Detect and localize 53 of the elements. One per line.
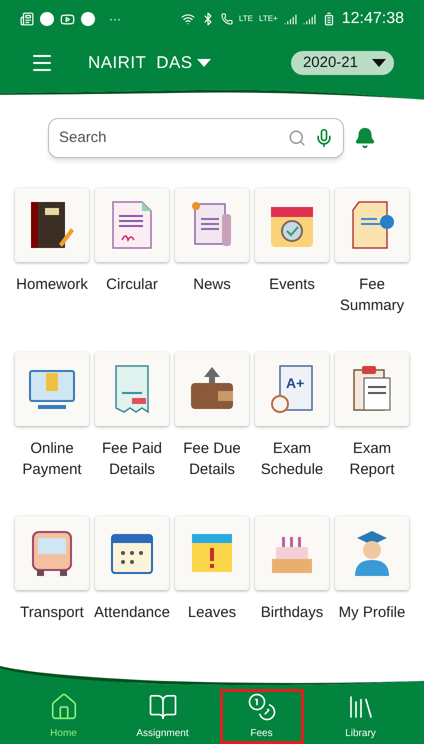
tile-label: Attendance bbox=[93, 602, 171, 623]
menu-tile[interactable] bbox=[15, 516, 89, 590]
menu-tile[interactable] bbox=[335, 352, 409, 426]
tile-label: News bbox=[192, 274, 232, 295]
network-label: LTE bbox=[238, 13, 253, 25]
tile-label: Fee Due Details bbox=[182, 438, 242, 480]
nav-tab[interactable]: Home bbox=[22, 689, 106, 744]
menu-tile[interactable] bbox=[95, 516, 169, 590]
bell-icon[interactable] bbox=[354, 126, 376, 149]
phone-icon bbox=[220, 13, 233, 25]
nav-tab[interactable]: Assignment bbox=[120, 689, 204, 744]
menu-tile[interactable] bbox=[255, 188, 329, 262]
menu-tile[interactable] bbox=[175, 188, 249, 262]
caret-icon bbox=[196, 59, 210, 67]
menu-tile[interactable] bbox=[15, 188, 89, 262]
menu-tile[interactable] bbox=[95, 352, 169, 426]
tile-label: Fee Paid Details bbox=[100, 438, 164, 480]
menu-tile[interactable]: A+ bbox=[255, 352, 329, 426]
clock-time: 12:47:38 bbox=[342, 9, 404, 29]
search-field[interactable]: Search bbox=[48, 118, 344, 158]
signal-icon bbox=[284, 12, 297, 26]
session-dropdown[interactable]: 2020-21 bbox=[290, 51, 394, 75]
tile-label: Fee Summary bbox=[338, 274, 406, 316]
tile-label: Transport bbox=[19, 602, 85, 623]
user-dropdown[interactable]: NAIRIT DAS bbox=[88, 50, 210, 76]
tile-label: Homework bbox=[15, 274, 89, 295]
nav-tab[interactable]: Library bbox=[318, 689, 402, 744]
tile-label: Events bbox=[268, 274, 316, 295]
menu-tile[interactable] bbox=[15, 352, 89, 426]
menu-tile[interactable] bbox=[335, 516, 409, 590]
tile-label: Birthdays bbox=[260, 602, 324, 623]
menu-tile[interactable] bbox=[255, 516, 329, 590]
network-label: LTE+ bbox=[258, 13, 278, 25]
coins-icon bbox=[246, 692, 276, 722]
tile-label: Circular bbox=[105, 274, 159, 295]
tile-label: My Profile bbox=[338, 602, 406, 623]
notebook-pencil-icon bbox=[29, 200, 75, 250]
nav-tab[interactable]: Fees bbox=[220, 689, 304, 744]
grade-text: A+ bbox=[286, 374, 304, 391]
signal-icon bbox=[302, 12, 316, 26]
tile-label: Exam Schedule bbox=[260, 438, 324, 480]
menu-tile[interactable] bbox=[175, 352, 249, 426]
overflow-text: ··· bbox=[109, 11, 121, 28]
menu-tile[interactable] bbox=[95, 188, 169, 262]
menu-tile[interactable] bbox=[335, 188, 409, 262]
tile-label: Exam Report bbox=[348, 438, 396, 480]
tile-label: Online Payment bbox=[21, 438, 83, 480]
menu-tile[interactable] bbox=[175, 516, 249, 590]
search-icon[interactable] bbox=[288, 128, 306, 147]
video-play-icon bbox=[60, 12, 75, 26]
tile-label: Leaves bbox=[186, 602, 238, 623]
document-signature-icon bbox=[110, 200, 154, 250]
caret-icon bbox=[372, 59, 386, 67]
